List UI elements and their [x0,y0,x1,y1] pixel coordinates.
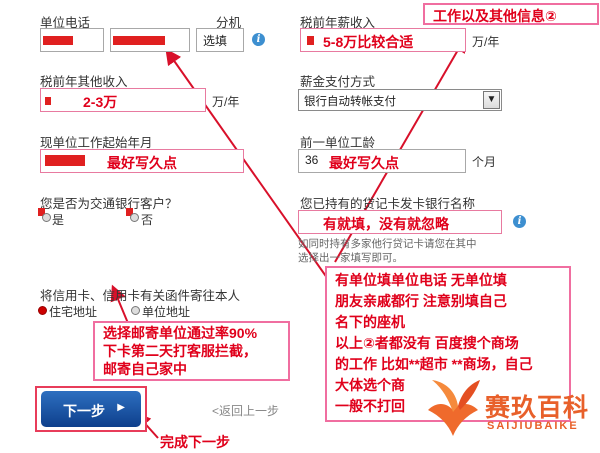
pretax-salary-input[interactable]: 5-8万比较合适 [300,28,466,52]
start-month-input[interactable]: 最好写久点 [40,149,244,173]
redaction-mark [113,36,165,45]
other-bank-input[interactable]: 有就填，没有就忽略 [298,210,502,234]
mail-note-box: 选择邮寄单位通过率90% 下卡第二天打客服拦截， 邮寄自己家中 [93,321,290,381]
watermark-en: SAIJIUBAIKE [487,420,579,432]
prev-tenure-input[interactable]: 36 最好写久点 [298,149,466,173]
big-note-line: 有单位填单位电话 无单位填 [335,272,507,288]
radio-no[interactable] [130,213,139,222]
phone-area-code-input[interactable] [40,28,104,52]
other-bank-note: 有就填，没有就忽略 [323,216,449,232]
other-bank-hint: 如同时持有多家他行贷记卡请您在其中 选择出一家填写即可。 [298,237,477,265]
mail-note-line: 选择邮寄单位通过率90% [103,325,258,341]
section-title-box: 工作以及其他信息② [423,3,599,25]
big-note-line: 朋友亲戚都行 注意别填自己 [335,293,507,309]
other-income-input[interactable]: 2-3万 [40,88,206,112]
whale-tail-logo-icon [428,380,480,436]
other-bank-hint-line: 选择出一家填写即可。 [298,252,403,264]
redaction-mark [43,36,73,45]
finish-note: 完成下一步 [160,434,230,450]
radio-home-address-label: 住宅地址 [49,305,98,319]
other-bank-hint-line: 如同时持有多家他行贷记卡请您在其中 [298,238,477,250]
redaction-mark [307,36,314,45]
redaction-mark [45,155,85,166]
redaction-mark [45,97,51,105]
back-link[interactable]: <返回上一步 [212,402,279,419]
radio-home-address[interactable] [38,306,47,315]
extension-input[interactable]: 选填 [196,28,244,52]
pay-method-value: 银行自动转帐支付 [304,96,396,108]
radio-company-address[interactable] [131,306,140,315]
radio-no-label: 否 [141,213,154,227]
play-arrow-icon: ▶ [117,402,125,413]
prev-tenure-value: 36 [305,153,319,167]
extension-placeholder: 选填 [203,34,228,48]
mail-label: 将信用卡、信用卡有关函件寄往本人 [40,289,241,303]
next-button-label: 下一步 [63,403,105,419]
big-note-line: 以上②者都没有 百度搜个商场 [335,335,519,351]
bocom-customer-label: 您是否为交通银行客户？ [40,197,178,211]
start-month-note: 最好写久点 [107,155,177,171]
watermark-cn: 赛玖百科 [485,394,590,422]
pay-method-label: 薪金支付方式 [300,75,376,89]
phone-number-input[interactable] [110,28,190,52]
chevron-down-icon[interactable]: ▼ [483,91,500,109]
mail-note-line: 下卡第二天打客服拦截， [103,343,257,359]
radio-company-address-label: 单位地址 [142,305,191,319]
mail-note-line: 邮寄自己家中 [103,361,187,377]
section-title: 工作以及其他信息② [433,8,557,24]
pretax-salary-note: 5-8万比较合适 [323,34,414,50]
radio-yes-label: 是 [52,213,65,227]
radio-yes[interactable] [42,213,51,222]
next-button[interactable]: 下一步 ▶ [41,391,141,427]
other-income-note: 2-3万 [83,94,118,110]
info-icon[interactable]: i [252,33,265,46]
pay-method-select[interactable]: 银行自动转帐支付 ▼ [298,89,502,111]
prev-tenure-note: 最好写久点 [329,155,399,171]
tenure-unit: 个月 [472,155,497,169]
big-note-line: 名下的座机 [335,314,405,330]
salary-unit: 万/年 [472,35,500,49]
info-icon[interactable]: i [513,215,526,228]
other-income-unit: 万/年 [212,95,240,109]
